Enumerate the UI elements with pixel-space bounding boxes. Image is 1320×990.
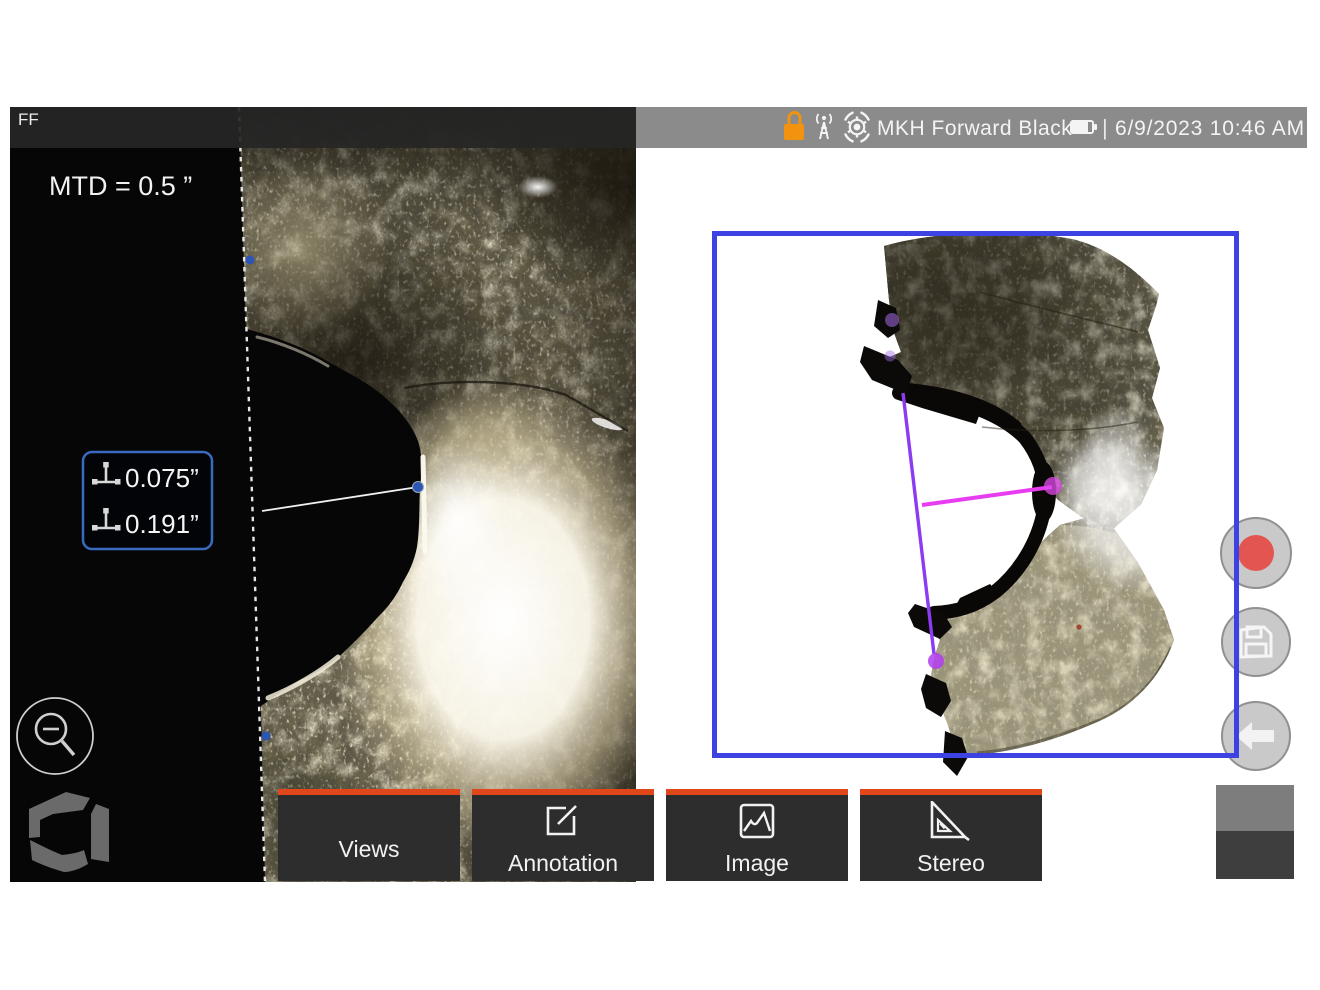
svg-text:|: |: [1102, 115, 1108, 140]
svg-text:0.075”: 0.075”: [125, 463, 199, 493]
svg-text:0.191”: 0.191”: [125, 509, 199, 539]
svg-text:MTD = 0.5 ”: MTD = 0.5 ”: [49, 171, 192, 201]
svg-text:MKH Forward Black: MKH Forward Black: [877, 117, 1072, 140]
svg-text:6/9/2023 10:46 AM: 6/9/2023 10:46 AM: [1115, 117, 1305, 140]
